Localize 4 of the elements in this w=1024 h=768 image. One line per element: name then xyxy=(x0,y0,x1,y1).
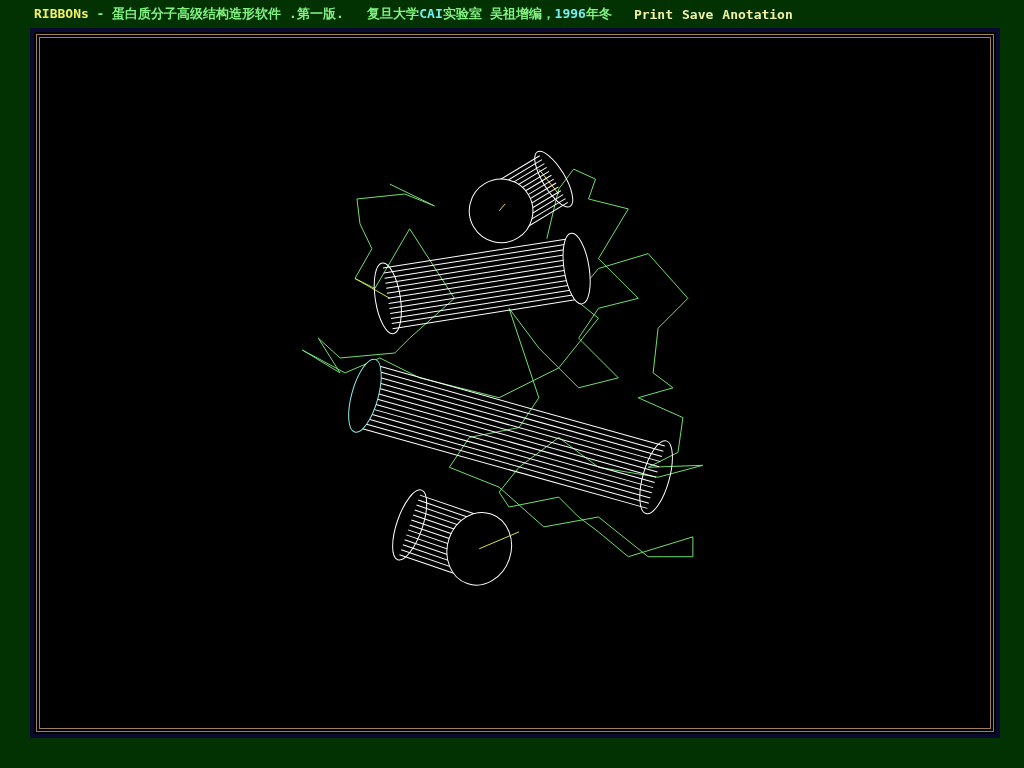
window-title: RIBBONs - 蛋白质分子高级结构造形软件 .第一版. 复旦大学CAI实验室 吴祖增编，1996年冬 xyxy=(34,5,612,24)
menu-item[interactable]: Save xyxy=(682,6,714,22)
menu-item[interactable]: Print xyxy=(633,6,673,22)
menu-item[interactable]: Anotation xyxy=(722,6,793,22)
